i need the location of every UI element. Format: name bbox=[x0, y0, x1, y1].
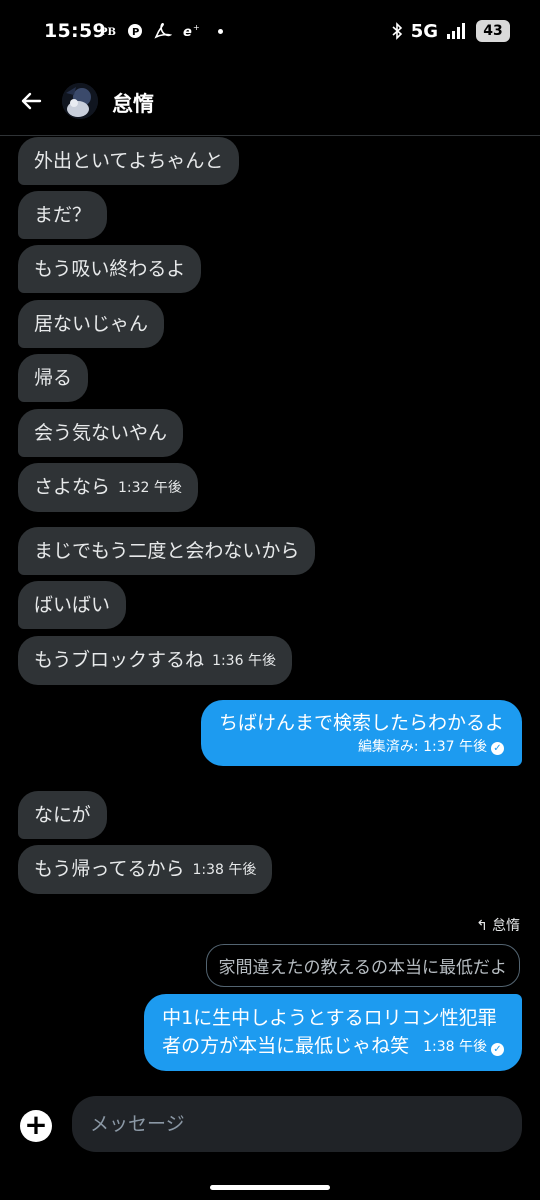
message-text: もう吸い終わるよ bbox=[34, 258, 186, 280]
message-time: 1:36 午後 bbox=[212, 653, 276, 669]
message-bubble[interactable]: 帰る bbox=[18, 354, 89, 402]
avatar-image bbox=[62, 83, 98, 119]
message-bubble[interactable]: 会う気ないやん bbox=[18, 409, 184, 457]
read-check-icon: ✓ bbox=[491, 742, 504, 755]
svg-text:P: P bbox=[132, 27, 139, 38]
quoted-message[interactable]: 家間違えたの教えるの本当に最低だよ bbox=[205, 944, 520, 987]
message-text: もう帰ってるから bbox=[34, 858, 185, 880]
notification-icons: PB P e + bbox=[100, 23, 223, 39]
back-arrow-icon[interactable] bbox=[16, 86, 46, 116]
message-time: 1:38 午後 bbox=[423, 1039, 487, 1055]
message-input[interactable] bbox=[72, 1096, 522, 1152]
bluetooth-icon bbox=[392, 22, 402, 40]
sent-message-bubble[interactable]: ちばけんまで検索したらわかるよ 編集済み: 1:37 午後 ✓ bbox=[200, 700, 522, 766]
signal-icon bbox=[447, 23, 465, 39]
conversation-header: 怠惰 bbox=[0, 66, 540, 136]
message-text: さよなら bbox=[34, 476, 111, 498]
home-indicator[interactable] bbox=[210, 1185, 330, 1190]
app-icon-e: e + bbox=[183, 23, 200, 39]
message-text: 外出といてよちゃんと bbox=[34, 150, 224, 172]
reply-arrow-icon: ↰ bbox=[476, 918, 488, 934]
svg-text:PB: PB bbox=[100, 27, 116, 38]
app-icon-p: P bbox=[128, 24, 142, 38]
status-bar: 15:59 PB P e + 5G 43 bbox=[0, 0, 540, 66]
conversation-name[interactable]: 怠惰 bbox=[112, 88, 154, 118]
message-time: 1:32 午後 bbox=[118, 480, 182, 496]
battery-icon: 43 bbox=[476, 20, 510, 42]
message-text: もうブロックするね bbox=[34, 649, 205, 671]
reply-to-name: 怠惰 bbox=[492, 918, 520, 934]
dm-screen: 15:59 PB P e + 5G 43 怠惰 外出といてよちゃんと まだ？ も… bbox=[0, 0, 540, 1200]
message-text: 帰る bbox=[34, 367, 73, 389]
message-text: まじでもう二度と会わないから bbox=[34, 540, 300, 562]
system-icons: 5G 43 bbox=[391, 20, 510, 42]
message-text: なにが bbox=[34, 804, 91, 826]
message-bubble[interactable]: まだ？ bbox=[18, 191, 108, 239]
read-check-icon: ✓ bbox=[491, 1043, 504, 1056]
message-text-line-1: 中1に生中しようとするロリコン性犯罪 bbox=[162, 1007, 497, 1029]
plus-icon: + bbox=[24, 1108, 48, 1141]
message-text: 居ないじゃん bbox=[34, 313, 149, 335]
sent-message-bubble[interactable]: 中1に生中しようとするロリコン性犯罪 者の方が本当に最低じゃね笑 1:38 午後 ✓ bbox=[144, 994, 522, 1071]
add-media-button[interactable]: + bbox=[20, 1110, 52, 1142]
app-icon-pb: PB bbox=[100, 27, 116, 38]
adobe-icon bbox=[154, 23, 172, 39]
message-bubble[interactable]: なにが bbox=[18, 791, 107, 839]
message-bubble[interactable]: まじでもう二度と会わないから bbox=[18, 527, 316, 575]
svg-text:+: + bbox=[193, 23, 200, 32]
message-text: 会う気ないやん bbox=[34, 422, 168, 444]
message-text: ばいばい bbox=[34, 594, 111, 616]
message-bubble[interactable]: 居ないじゃん bbox=[18, 300, 165, 348]
status-time: 15:59 bbox=[44, 20, 106, 42]
message-bubble[interactable]: もう帰ってるから 1:38 午後 bbox=[18, 845, 273, 894]
avatar[interactable] bbox=[62, 83, 98, 119]
message-bubble[interactable]: ばいばい bbox=[18, 581, 127, 629]
quoted-text: 家間違えたの教えるの本当に最低だよ bbox=[218, 958, 508, 978]
network-type: 5G bbox=[410, 20, 438, 42]
message-bubble[interactable]: 外出といてよちゃんと bbox=[18, 137, 240, 185]
more-notifications-dot bbox=[218, 28, 223, 34]
svg-text:e: e bbox=[183, 25, 192, 39]
edited-time: 編集済み: 1:37 午後 bbox=[357, 739, 487, 755]
message-bubble[interactable]: もうブロックするね 1:36 午後 bbox=[18, 636, 292, 685]
reply-indicator: ↰ 怠惰 bbox=[476, 915, 520, 935]
message-text: ちばけんまで検索したらわかるよ bbox=[218, 712, 504, 734]
message-meta: 編集済み: 1:37 午後 ✓ bbox=[219, 738, 504, 756]
message-text: まだ？ bbox=[34, 204, 92, 226]
message-text-line-2: 者の方が本当に最低じゃね笑 bbox=[162, 1035, 410, 1057]
message-time: 1:38 午後 bbox=[192, 862, 257, 878]
message-bubble[interactable]: さよなら 1:32 午後 bbox=[18, 463, 198, 512]
message-composer: + bbox=[0, 1090, 540, 1160]
message-bubble[interactable]: もう吸い終わるよ bbox=[18, 245, 202, 293]
